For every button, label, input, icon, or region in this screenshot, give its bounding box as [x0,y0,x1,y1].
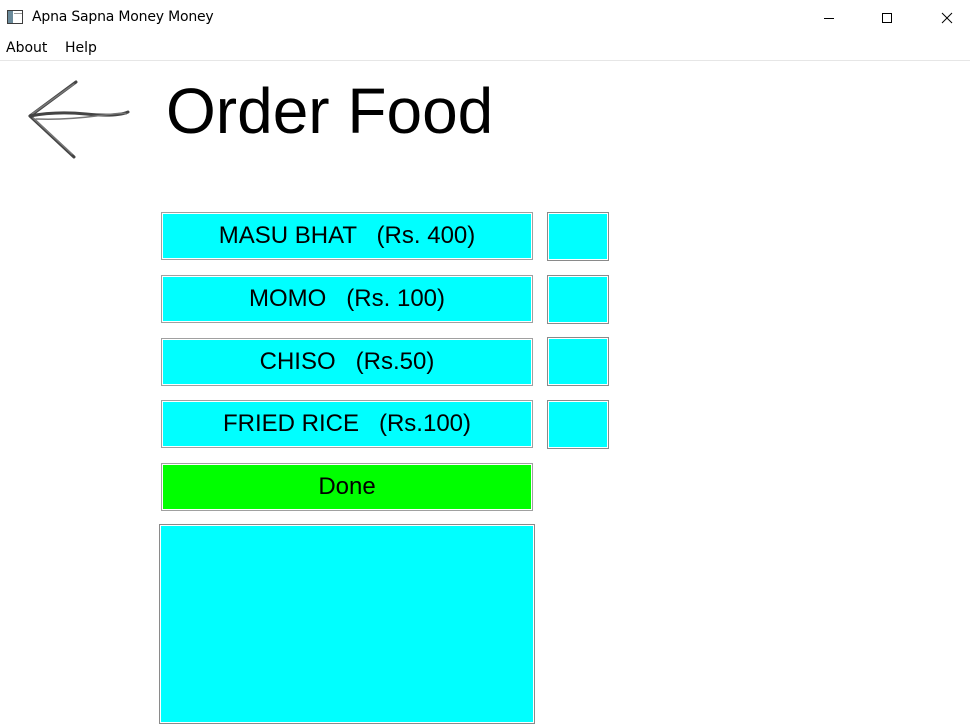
food-item-masu-bhat-button[interactable]: MASU BHAT (Rs. 400) [161,212,533,260]
food-item-fried-rice-button[interactable]: FRIED RICE (Rs.100) [161,400,533,448]
quantity-field-masu-bhat[interactable] [547,212,609,261]
menu-help[interactable]: Help [65,40,97,56]
food-item-chiso-button[interactable]: CHISO (Rs.50) [161,338,533,386]
menu-bar: About Help [0,36,970,61]
done-button[interactable]: Done [161,463,533,511]
menu-about[interactable]: About [6,40,47,56]
order-output-box[interactable] [159,524,535,724]
page-title: Order Food [166,75,494,147]
window-title: Apna Sapna Money Money [32,9,214,25]
food-item-momo-button[interactable]: MOMO (Rs. 100) [161,275,533,323]
quantity-field-momo[interactable] [547,275,609,324]
maximize-button[interactable] [864,0,910,36]
maximize-icon [882,13,892,23]
close-button[interactable] [924,0,970,36]
quantity-field-chiso[interactable] [547,337,609,386]
app-window: Apna Sapna Money Money About Help Order … [0,0,970,728]
title-bar: Apna Sapna Money Money [0,0,970,36]
back-arrow-icon[interactable] [26,78,132,160]
quantity-field-fried-rice[interactable] [547,400,609,449]
app-window-icon [7,10,23,24]
minimize-button[interactable] [806,0,852,36]
minimize-icon [824,18,834,19]
close-icon [941,12,953,24]
